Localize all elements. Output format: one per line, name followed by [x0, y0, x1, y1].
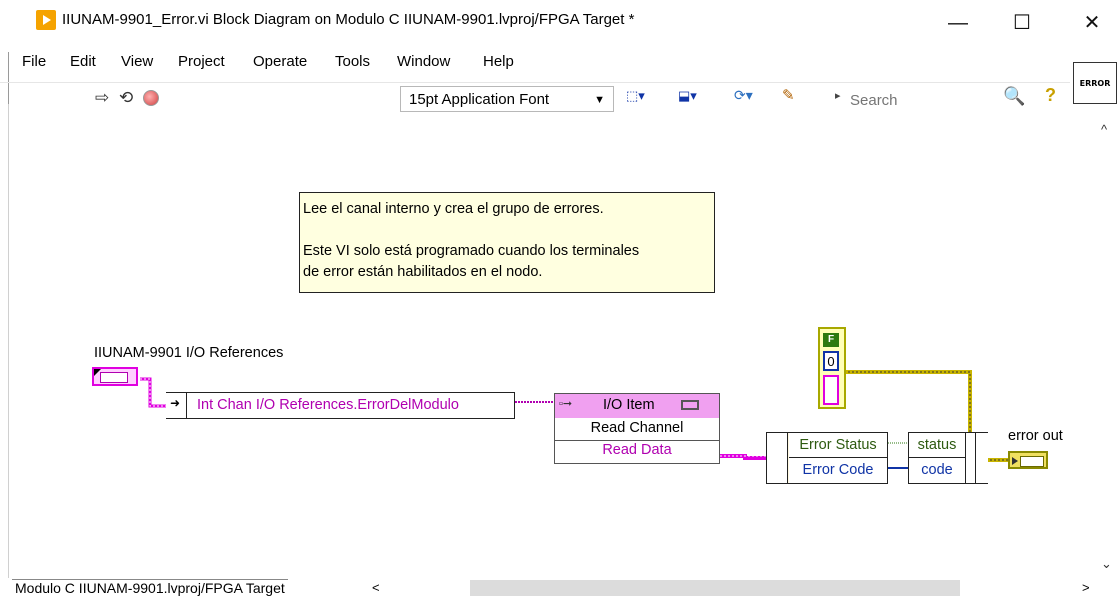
refnum-icon	[100, 372, 128, 383]
boolean-constant: F	[823, 333, 839, 347]
io-item-icon	[681, 400, 699, 410]
comment-line: Este VI solo está programado cuando los …	[303, 243, 640, 259]
scroll-right-icon[interactable]: >	[1082, 580, 1090, 595]
arrow-right-icon: ➜	[170, 396, 181, 410]
bundle-cluster-input	[965, 433, 988, 483]
io-method: Read Channel	[555, 420, 719, 441]
io-node-arrow-icon: ▫➞	[559, 398, 573, 410]
cluster-icon	[1020, 456, 1044, 467]
error-cluster-constant[interactable]: F 0	[818, 327, 846, 409]
cluster-wire-stripe	[844, 371, 971, 434]
diagram-comment[interactable]: Lee el canal interno y crea el grupo de …	[299, 192, 715, 293]
bundle-code: code	[909, 458, 965, 483]
indicator-arrow-icon	[1012, 457, 1018, 465]
comment-line: Lee el canal interno y crea el grupo de …	[303, 201, 604, 217]
unbundle-code: Error Code	[789, 458, 887, 483]
comment-line	[303, 220, 711, 241]
numeric-constant: 0	[823, 351, 839, 371]
unbundle-input	[767, 433, 788, 483]
int-chan-text: Int Chan I/O References.ErrorDelModulo	[197, 397, 459, 413]
error-out-terminal[interactable]	[1008, 451, 1048, 469]
unbundle-status: Error Status	[789, 433, 887, 458]
horizontal-scrollbar-thumb[interactable]	[470, 580, 960, 596]
control-corner-icon	[94, 369, 101, 376]
unbundle-node[interactable]: Error Status Error Code	[766, 432, 888, 484]
target-path: Modulo C IIUNAM-9901.lvproj/FPGA Target	[12, 579, 288, 596]
cluster-wire	[844, 370, 972, 434]
comment-line: de error están habilitados en el nodo.	[303, 264, 543, 280]
scroll-left-icon[interactable]: <	[372, 580, 380, 595]
refnum-wire	[140, 377, 166, 408]
io-references-terminal[interactable]	[92, 367, 138, 386]
io-read-data: Read Data	[602, 442, 672, 458]
io-node-title: I/O Item	[603, 397, 655, 413]
bundle-node[interactable]: status code	[908, 432, 988, 484]
error-out-label: error out	[1008, 428, 1063, 444]
bundle-status: status	[909, 433, 965, 458]
bundle-divider	[975, 433, 976, 483]
wires	[140, 370, 1008, 469]
io-node[interactable]: ▫➞ I/O Item Read Channel Read Data	[554, 393, 720, 464]
string-constant	[823, 375, 839, 405]
read-data-wire	[720, 454, 766, 460]
int-chan-input: ➜	[166, 393, 187, 418]
int-chan-node[interactable]: ➜ Int Chan I/O References.ErrorDelModulo	[166, 392, 515, 419]
io-references-label: IIUNAM-9901 I/O References	[94, 345, 284, 361]
refnum-wire-stripe	[140, 378, 166, 407]
io-node-header: ▫➞ I/O Item	[555, 394, 719, 418]
